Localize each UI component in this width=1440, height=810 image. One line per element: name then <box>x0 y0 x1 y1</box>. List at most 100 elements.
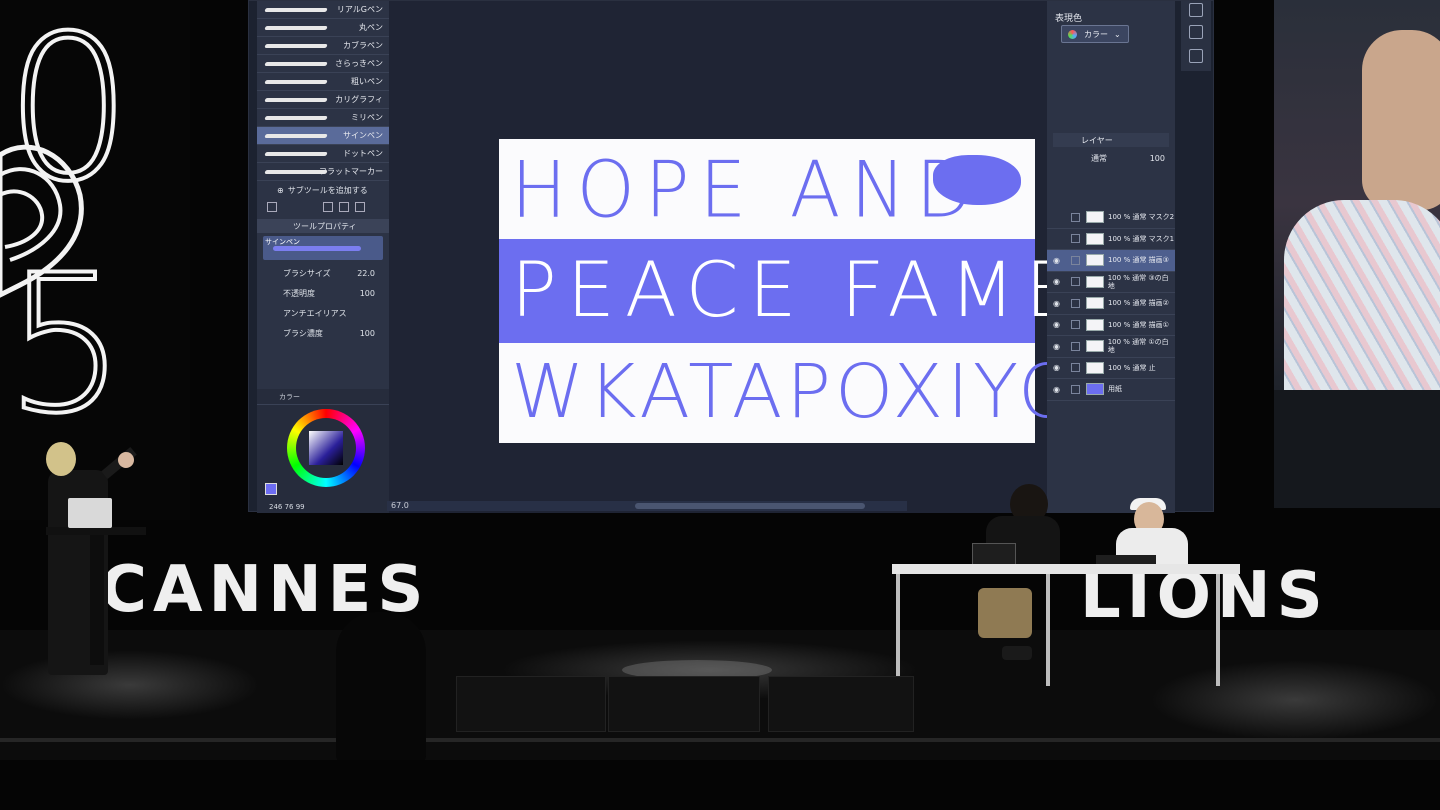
layer-row[interactable]: ◉ 用紙 <box>1047 379 1175 401</box>
brush-stroke-icon <box>264 98 328 102</box>
add-sub-tool-button[interactable]: ⊕ サブツールを追加する <box>257 181 389 199</box>
layer-list: 100 % 通常 マスク2 100 % 通常 マスク1 ◉ 100 % 通常 描画③ ◉… <box>1047 207 1175 401</box>
tool-property-value[interactable]: 100 <box>360 289 375 298</box>
artwork-line-3: WKATAPOXIYOX? <box>511 349 1174 435</box>
color-value-readout: 246 76 99 <box>269 503 305 511</box>
layer-panel: 表現色 カラー ⌄ レイヤー 通常 100 100 % 通常 マスク2 100 %… <box>1047 1 1175 513</box>
blend-mode-select[interactable]: 通常 <box>1091 153 1107 164</box>
layer-thumbnail <box>1086 254 1104 267</box>
layer-label: 100 % 通常 マスク1 <box>1108 234 1175 243</box>
zoom-readout: 67.0 <box>391 501 409 510</box>
tool-property-title: ツールプロパティ <box>293 221 357 231</box>
layer-lock-checkbox[interactable] <box>1071 255 1080 265</box>
sub-tool-item[interactable]: ドットペン <box>257 145 389 163</box>
projection-screen: リアルGペン丸ペン カブラペン さらっきペン 粗いペン カリグラフィミリペンサインペンド… <box>248 0 1214 513</box>
layer-row[interactable]: ◉ 100 % 通常 描画① <box>1047 315 1175 336</box>
copy-icon[interactable] <box>267 202 277 212</box>
brush-stroke-icon <box>264 44 328 48</box>
tool-property-row[interactable]: ブラシサイズ 22.0 <box>257 263 389 283</box>
eye-icon[interactable]: ◉ <box>1053 342 1062 351</box>
tool-property-header: ツールプロパティ <box>257 219 389 233</box>
layer-row[interactable]: ◉ 100 % 通常 ③の白地 <box>1047 272 1175 293</box>
artwork-line-2: PEACE FAME <box>511 245 1084 334</box>
canvas-horizontal-scrollbar[interactable] <box>387 501 907 511</box>
eye-icon[interactable]: ◉ <box>1053 320 1062 329</box>
panelist-1-legs <box>978 588 1032 638</box>
tool-property-value[interactable]: 100 <box>360 329 375 338</box>
trash-icon[interactable] <box>355 202 365 212</box>
layer-panel-title: レイヤー <box>1081 135 1113 145</box>
tool-property-label: ブラシ濃度 <box>283 328 323 338</box>
close-icon[interactable] <box>1189 3 1203 17</box>
sub-tool-item[interactable]: 粗いペン <box>257 73 389 91</box>
sub-tool-item[interactable]: サインペン <box>257 127 389 145</box>
layer-lock-checkbox[interactable] <box>1071 234 1080 244</box>
color-tab-label[interactable]: カラー <box>279 392 300 402</box>
layer-row[interactable]: ◉ 100 % 通常 止 <box>1047 358 1175 379</box>
desk-leg <box>896 574 900 686</box>
layer-thumbnail <box>1086 232 1104 245</box>
brush-stroke-icon <box>264 62 328 66</box>
eye-icon[interactable]: ◉ <box>1053 256 1062 265</box>
layer-label: 100 % 通常 マスク2 <box>1108 213 1175 222</box>
presenter-hand <box>118 452 134 468</box>
sub-tool-item[interactable]: ミリペン <box>257 109 389 127</box>
new-icon[interactable] <box>323 202 333 212</box>
tool-property-value[interactable]: 22.0 <box>357 269 375 278</box>
sub-tool-label: ミリペン <box>351 113 383 122</box>
layer-row[interactable]: ◉ 100 % 通常 描画② <box>1047 293 1175 315</box>
scrollbar-thumb[interactable] <box>635 503 865 509</box>
camera-feed-screen <box>1274 0 1440 508</box>
layer-row[interactable]: ◉ 100 % 通常 ①の白地 <box>1047 336 1175 358</box>
lectern-stand <box>90 535 104 665</box>
eye-icon[interactable]: ◉ <box>1053 385 1062 394</box>
sub-tool-item[interactable]: リアルGペン <box>257 1 389 19</box>
duplicate-icon[interactable] <box>339 202 349 212</box>
eye-icon[interactable]: ◉ <box>1053 299 1062 308</box>
layer-lock-checkbox[interactable] <box>1071 212 1080 222</box>
canvas-area[interactable]: HOPE AND PEACE FAME WKATAPOXIYOX? <box>389 1 1174 513</box>
brush-stroke-icon <box>264 116 328 120</box>
feed-desk <box>1274 390 1440 508</box>
sub-tool-item[interactable]: さらっきペン <box>257 55 389 73</box>
layer-lock-checkbox[interactable] <box>1071 363 1080 373</box>
sub-tool-label: リアルGペン <box>336 5 383 14</box>
eye-icon[interactable]: ◉ <box>1053 277 1062 286</box>
eye-icon[interactable] <box>1053 234 1062 243</box>
tool-property-row[interactable]: 不透明度 100 <box>257 283 389 303</box>
layer-panel-tab[interactable]: レイヤー <box>1053 133 1169 147</box>
layer-row[interactable]: 100 % 通常 マスク1 <box>1047 229 1175 250</box>
layer-row[interactable]: 100 % 通常 マスク2 <box>1047 207 1175 229</box>
artwork-canvas[interactable]: HOPE AND PEACE FAME WKATAPOXIYOX? <box>499 139 1174 443</box>
tool-property-label: ブラシサイズ <box>283 268 331 278</box>
display-color-select[interactable]: カラー ⌄ <box>1061 25 1129 43</box>
layers-stack-icon[interactable] <box>1189 49 1203 63</box>
tool-property-row[interactable]: アンチエイリアス <box>257 303 389 323</box>
eye-icon[interactable]: ◉ <box>1053 363 1062 372</box>
layer-lock-checkbox[interactable] <box>1070 277 1080 287</box>
sub-tool-item[interactable]: フラットマーカー <box>257 163 389 181</box>
layer-label: 100 % 通常 ③の白地 <box>1107 273 1169 290</box>
layer-row[interactable]: ◉ 100 % 通常 描画③ <box>1047 250 1175 272</box>
tool-property-row[interactable]: ブラシ濃度 100 <box>257 323 389 343</box>
layer-opacity-value[interactable]: 100 <box>1150 154 1165 163</box>
stage-spotlight-right <box>1150 660 1440 740</box>
color-wheel[interactable] <box>287 409 365 487</box>
color-saturation-square[interactable] <box>309 431 343 465</box>
sub-tool-item[interactable]: カリグラフィ <box>257 91 389 109</box>
foreground-color-swatch[interactable] <box>265 483 277 495</box>
left-led-wall: 0 5 <box>0 0 190 520</box>
eye-icon[interactable] <box>1053 213 1062 222</box>
layer-lock-checkbox[interactable] <box>1071 320 1080 330</box>
layer-thumbnail <box>1086 383 1104 396</box>
sub-tool-item[interactable]: 丸ペン <box>257 19 389 37</box>
layer-lock-checkbox[interactable] <box>1070 341 1080 351</box>
brush-stroke-icon <box>264 152 328 156</box>
layer-lock-checkbox[interactable] <box>1071 298 1080 308</box>
layer-icon[interactable] <box>1189 25 1203 39</box>
desk-leg <box>1046 574 1050 686</box>
plus-icon: ⊕ <box>277 185 284 195</box>
layer-lock-checkbox[interactable] <box>1071 384 1080 394</box>
sub-tool-item[interactable]: カブラペン <box>257 37 389 55</box>
stage-monitor-3 <box>768 676 914 732</box>
